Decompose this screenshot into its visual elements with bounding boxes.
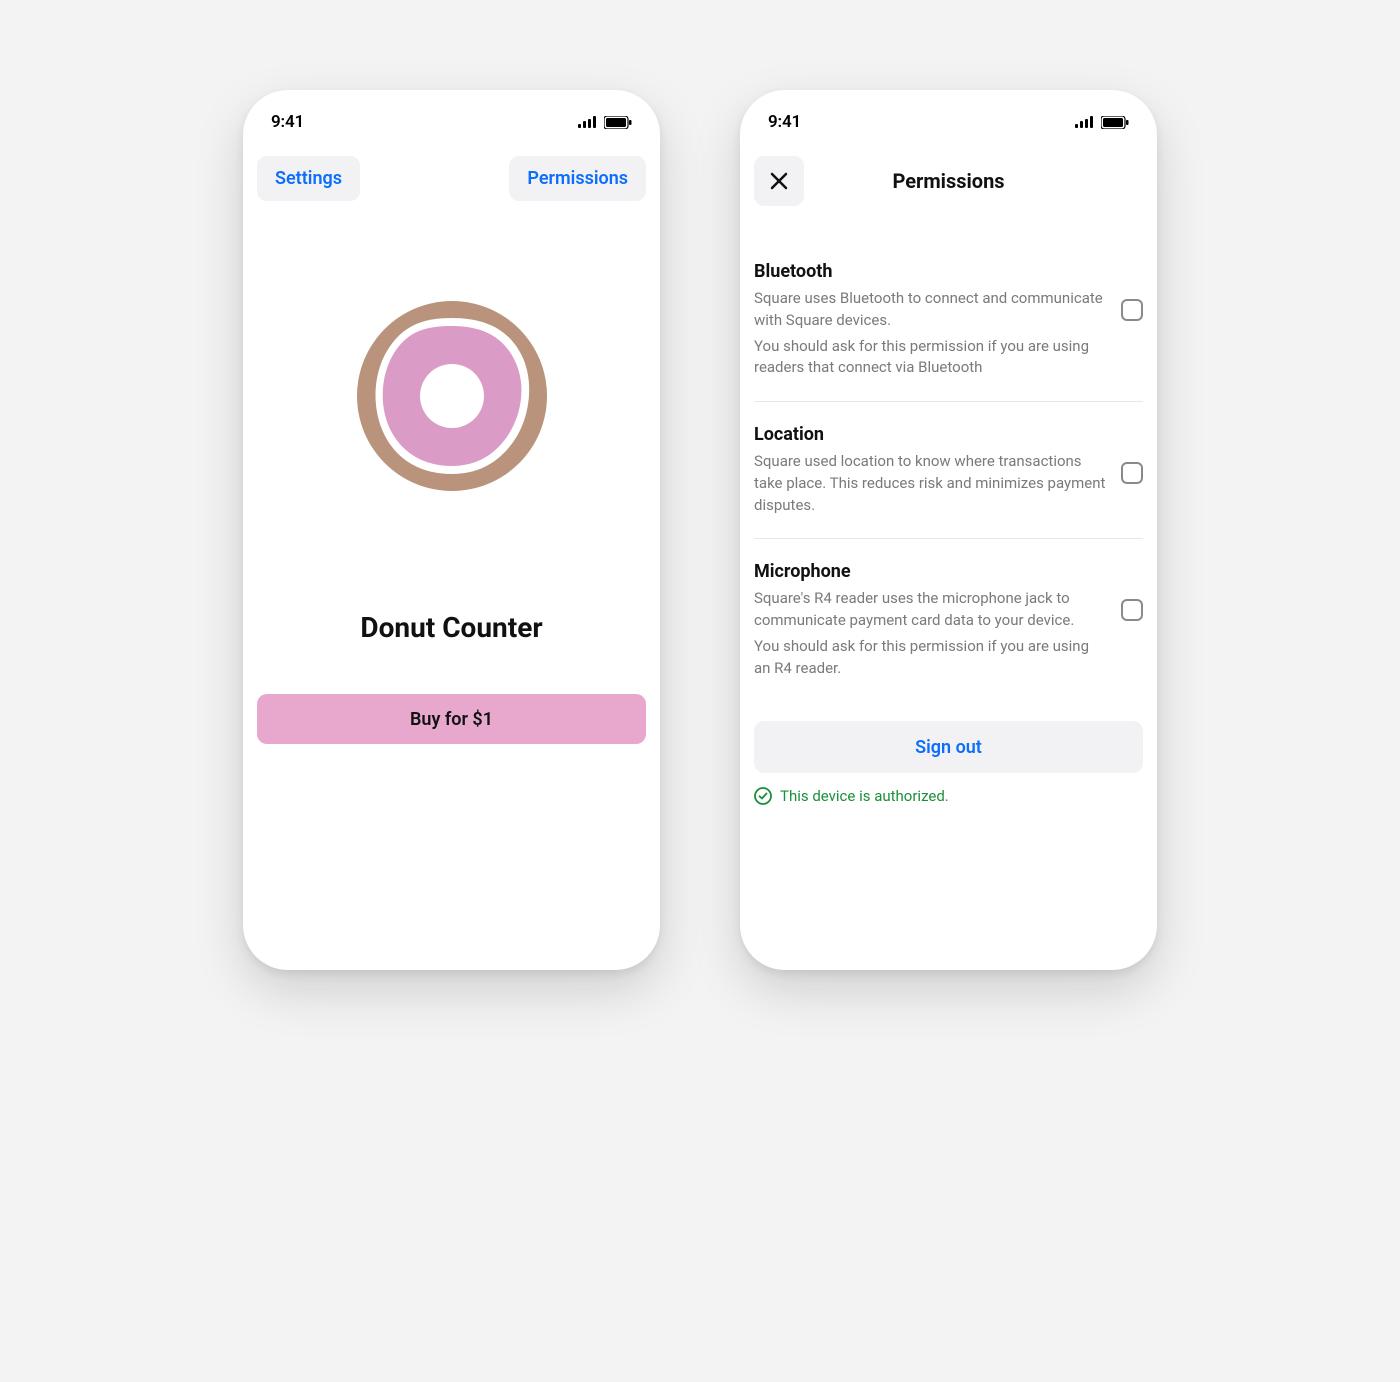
permission-note: You should ask for this permission if yo… bbox=[754, 336, 1107, 380]
battery-icon bbox=[604, 116, 632, 129]
donut-illustration bbox=[243, 296, 660, 496]
permission-title: Location bbox=[754, 424, 1107, 445]
permission-description: Square's R4 reader uses the microphone j… bbox=[754, 588, 1107, 632]
permission-checkbox[interactable] bbox=[1121, 462, 1143, 484]
settings-button[interactable]: Settings bbox=[257, 156, 360, 201]
permission-location: Location Square used location to know wh… bbox=[754, 424, 1143, 539]
cellular-icon bbox=[1075, 116, 1095, 128]
status-time: 9:41 bbox=[768, 112, 801, 132]
close-icon bbox=[770, 172, 788, 190]
buy-button[interactable]: Buy for $1 bbox=[257, 694, 646, 744]
permissions-button[interactable]: Permissions bbox=[509, 156, 646, 201]
status-icons bbox=[1075, 116, 1129, 129]
status-icons bbox=[578, 116, 632, 129]
cellular-icon bbox=[578, 116, 598, 128]
permission-bluetooth: Bluetooth Square uses Bluetooth to conne… bbox=[754, 261, 1143, 402]
status-bar: 9:41 bbox=[740, 98, 1157, 146]
permission-description: Square used location to know where trans… bbox=[754, 451, 1107, 516]
permission-checkbox[interactable] bbox=[1121, 299, 1143, 321]
permission-checkbox[interactable] bbox=[1121, 599, 1143, 621]
status-time: 9:41 bbox=[271, 112, 304, 132]
permission-note: You should ask for this permission if yo… bbox=[754, 636, 1107, 680]
permissions-list: Bluetooth Square uses Bluetooth to conne… bbox=[740, 261, 1157, 701]
donut-icon bbox=[352, 296, 552, 496]
close-button[interactable] bbox=[754, 156, 804, 206]
phone-permissions: 9:41 Permissions Bluetooth Square uses B… bbox=[740, 90, 1157, 970]
battery-icon bbox=[1101, 116, 1129, 129]
sign-out-button[interactable]: Sign out bbox=[754, 721, 1143, 773]
permission-microphone: Microphone Square's R4 reader uses the m… bbox=[754, 561, 1143, 701]
permission-description: Square uses Bluetooth to connect and com… bbox=[754, 288, 1107, 332]
check-circle-icon bbox=[754, 787, 772, 805]
authorization-status-text: This device is authorized. bbox=[780, 787, 949, 805]
nav-row: Settings Permissions bbox=[243, 146, 660, 201]
phone-donut-counter: 9:41 Settings Permissions Donut Counter … bbox=[243, 90, 660, 970]
app-title: Donut Counter bbox=[243, 611, 660, 644]
status-bar: 9:41 bbox=[243, 98, 660, 146]
permission-title: Microphone bbox=[754, 561, 1107, 582]
nav-row: Permissions bbox=[740, 146, 1157, 206]
authorization-status: This device is authorized. bbox=[754, 787, 1143, 805]
permission-title: Bluetooth bbox=[754, 261, 1107, 282]
